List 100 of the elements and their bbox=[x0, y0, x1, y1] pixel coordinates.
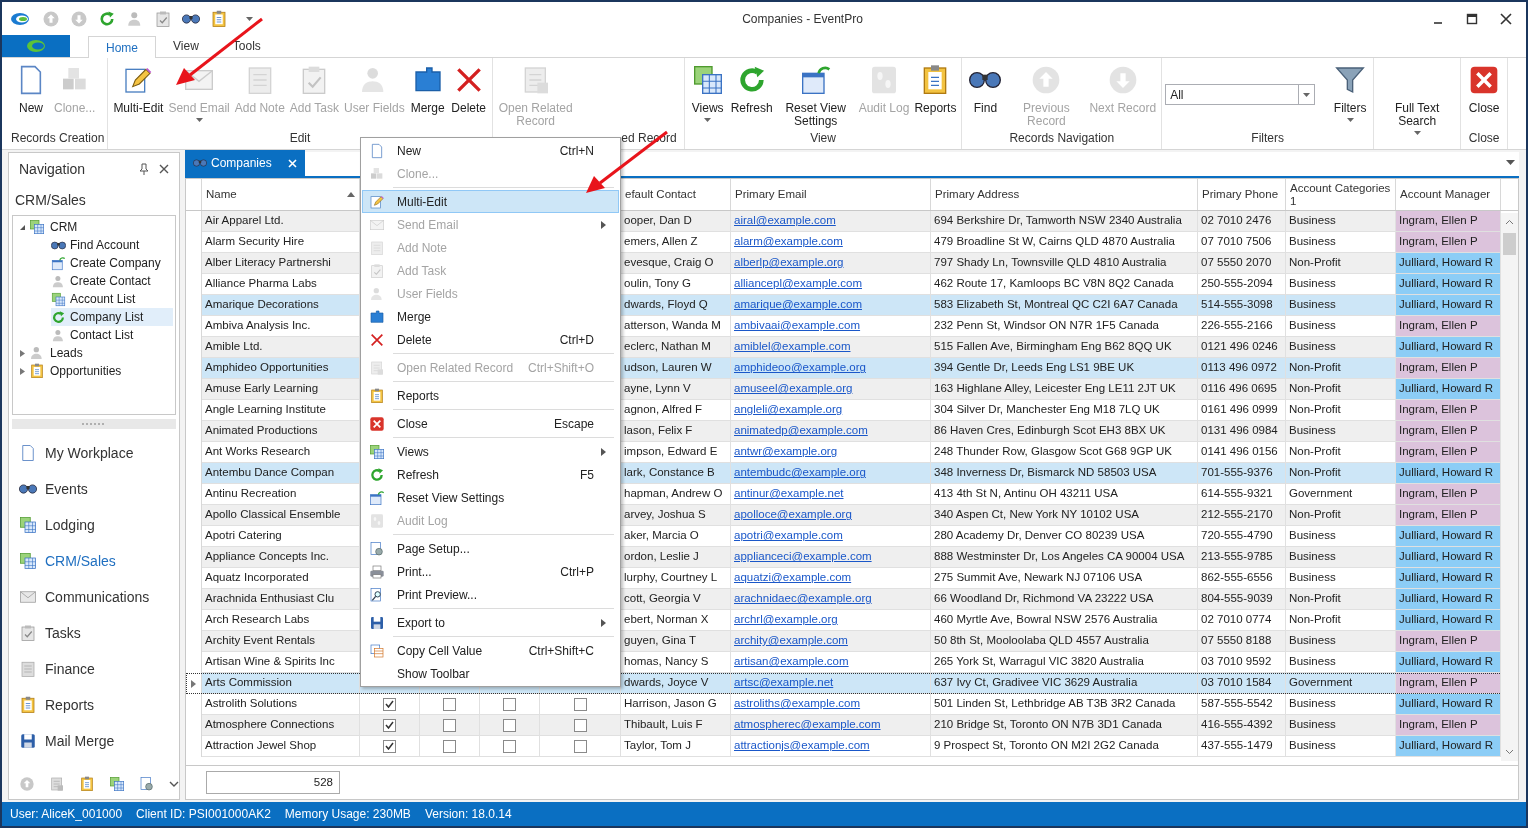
checkbox[interactable] bbox=[443, 718, 456, 732]
module-button[interactable]: Lodging bbox=[9, 507, 179, 543]
close-icon[interactable] bbox=[1500, 13, 1512, 25]
ribbon-button[interactable]: Merge bbox=[407, 62, 448, 115]
menu-item[interactable]: Reset View Settings bbox=[362, 486, 619, 509]
menu-item[interactable]: Delete Ctrl+D bbox=[362, 328, 619, 351]
checkbox[interactable] bbox=[503, 739, 516, 753]
ribbon-button[interactable]: Close bbox=[1464, 62, 1505, 115]
email-link[interactable]: alarm@example.com bbox=[734, 233, 843, 251]
module-button[interactable]: Tasks bbox=[9, 615, 179, 651]
ribbon-button[interactable]: Reports bbox=[912, 62, 959, 115]
tree-item[interactable]: Contact List bbox=[51, 326, 173, 344]
filter-dropdown[interactable]: All bbox=[1165, 84, 1316, 105]
menu-item[interactable]: Multi-Edit bbox=[362, 190, 619, 213]
email-link[interactable]: archrl@example.org bbox=[734, 611, 838, 629]
vertical-scrollbar[interactable] bbox=[1501, 213, 1518, 761]
menu-item[interactable]: Print Preview... bbox=[362, 583, 619, 606]
ribbon-button[interactable]: New bbox=[11, 62, 51, 115]
email-link[interactable]: alliancepl@example.com bbox=[734, 275, 862, 293]
checkbox[interactable] bbox=[503, 697, 516, 711]
email-link[interactable]: aquatzi@example.com bbox=[734, 569, 852, 587]
collapsed-arrow-icon[interactable] bbox=[19, 349, 26, 357]
table-cell: 694 Berkshire Dr, Tamworth NSW 2340 Australia bbox=[931, 211, 1198, 232]
menu-item[interactable]: Export to bbox=[362, 611, 619, 634]
tree-item[interactable]: Opportunities bbox=[50, 362, 122, 380]
email-link[interactable]: antinur@example.net bbox=[734, 485, 844, 503]
chevron-down-icon[interactable] bbox=[169, 781, 179, 787]
scroll-up-icon[interactable] bbox=[1505, 219, 1514, 225]
email-link[interactable]: ambivaai@example.com bbox=[734, 317, 861, 335]
checkbox[interactable] bbox=[573, 718, 587, 732]
checkbox[interactable] bbox=[443, 697, 456, 711]
ribbon-button[interactable]: Views bbox=[687, 62, 728, 122]
ribbon-button[interactable]: Filters bbox=[1330, 62, 1371, 122]
table-cell: Alarm Security Hire bbox=[202, 232, 360, 253]
column-header[interactable]: Account Manager bbox=[1396, 179, 1501, 210]
ribbon-button[interactable]: Multi-Edit bbox=[111, 62, 166, 115]
checkbox[interactable] bbox=[573, 739, 587, 753]
email-link[interactable]: artisan@example.com bbox=[734, 653, 849, 671]
email-link[interactable]: astroliths@example.com bbox=[734, 695, 861, 713]
checkbox[interactable] bbox=[573, 697, 587, 711]
ribbon-tab[interactable]: Home bbox=[88, 36, 156, 58]
document-tab[interactable]: Companies bbox=[185, 150, 305, 176]
menu-item[interactable]: Refresh F5 bbox=[362, 463, 619, 486]
tree-item[interactable]: Create Contact bbox=[51, 272, 173, 290]
email-link[interactable]: angleli@example.org bbox=[734, 401, 843, 419]
table-cell: lason, Felix F bbox=[621, 421, 731, 442]
module-button[interactable]: Finance bbox=[9, 651, 179, 687]
maximize-icon[interactable] bbox=[1466, 13, 1478, 25]
scroll-down-icon[interactable] bbox=[1505, 749, 1514, 755]
close-icon[interactable] bbox=[159, 164, 169, 174]
module-button[interactable]: Events bbox=[9, 471, 179, 507]
tree-item[interactable]: Create Company bbox=[51, 254, 173, 272]
module-button[interactable]: My Workplace bbox=[9, 435, 179, 471]
menu-item[interactable]: Copy Cell Value Ctrl+Shift+C bbox=[362, 639, 619, 662]
table-cell: 462 Route 17, Kamloops BC V8N 8Q2 Canada bbox=[931, 274, 1198, 295]
module-button[interactable]: Reports bbox=[9, 687, 179, 723]
menu-item[interactable]: Show Toolbar bbox=[362, 662, 619, 685]
pin-icon[interactable] bbox=[139, 163, 149, 175]
tree-item[interactable]: Leads bbox=[50, 344, 83, 362]
checkbox[interactable] bbox=[443, 739, 456, 753]
checkbox[interactable] bbox=[383, 739, 396, 753]
tree-item[interactable]: Account List bbox=[51, 290, 173, 308]
menu-item[interactable]: Reports bbox=[362, 384, 619, 407]
ribbon-button[interactable]: Reset View Settings bbox=[775, 62, 856, 128]
menu-item[interactable]: Page Setup... bbox=[362, 537, 619, 560]
application-menu-button[interactable] bbox=[2, 35, 70, 57]
tree-item[interactable]: CRM bbox=[50, 218, 78, 236]
tree-item[interactable]: Find Account bbox=[51, 236, 173, 254]
menu-item[interactable]: Print... Ctrl+P bbox=[362, 560, 619, 583]
ribbon-button[interactable]: Refresh bbox=[728, 62, 775, 115]
expanded-arrow-icon[interactable] bbox=[19, 223, 26, 231]
ribbon-tab[interactable]: Tools bbox=[215, 35, 278, 57]
column-header[interactable]: Primary Email bbox=[731, 179, 931, 210]
email-link[interactable]: attractionjs@example.com bbox=[734, 737, 870, 755]
checkbox[interactable] bbox=[383, 718, 396, 732]
module-button[interactable]: CRM/Sales bbox=[9, 543, 179, 579]
ribbon-button[interactable]: Delete bbox=[448, 62, 489, 115]
gear-page-icon bbox=[139, 776, 155, 792]
collapsed-arrow-icon[interactable] bbox=[19, 367, 26, 375]
window-arrow-icon bbox=[51, 255, 66, 271]
chevron-down-icon[interactable] bbox=[1506, 160, 1515, 166]
tree-item[interactable]: Company List bbox=[51, 308, 173, 326]
column-header[interactable]: Primary Phone bbox=[1198, 179, 1286, 210]
ribbon-button[interactable]: Full Text Search bbox=[1377, 62, 1458, 135]
menu-item[interactable]: Close Escape bbox=[362, 412, 619, 435]
menu-item[interactable]: New Ctrl+N bbox=[362, 139, 619, 162]
ribbon-tab[interactable]: View bbox=[156, 35, 216, 57]
menu-item[interactable]: Views bbox=[362, 440, 619, 463]
menu-item[interactable]: Merge bbox=[362, 305, 619, 328]
checkbox[interactable] bbox=[383, 697, 396, 711]
email-link[interactable]: apotri@example.com bbox=[734, 527, 843, 545]
column-header[interactable]: Primary Address bbox=[931, 179, 1198, 210]
scrollbar-thumb[interactable] bbox=[1503, 233, 1516, 255]
column-header[interactable]: Account Categories 1 bbox=[1286, 179, 1396, 210]
checkbox[interactable] bbox=[503, 718, 516, 732]
splitter-grip[interactable] bbox=[12, 419, 176, 429]
module-button[interactable]: Communications bbox=[9, 579, 179, 615]
email-link[interactable]: antwr@example.org bbox=[734, 443, 838, 461]
ribbon-button[interactable]: Find bbox=[965, 62, 1006, 115]
module-button[interactable]: Mail Merge bbox=[9, 723, 179, 759]
